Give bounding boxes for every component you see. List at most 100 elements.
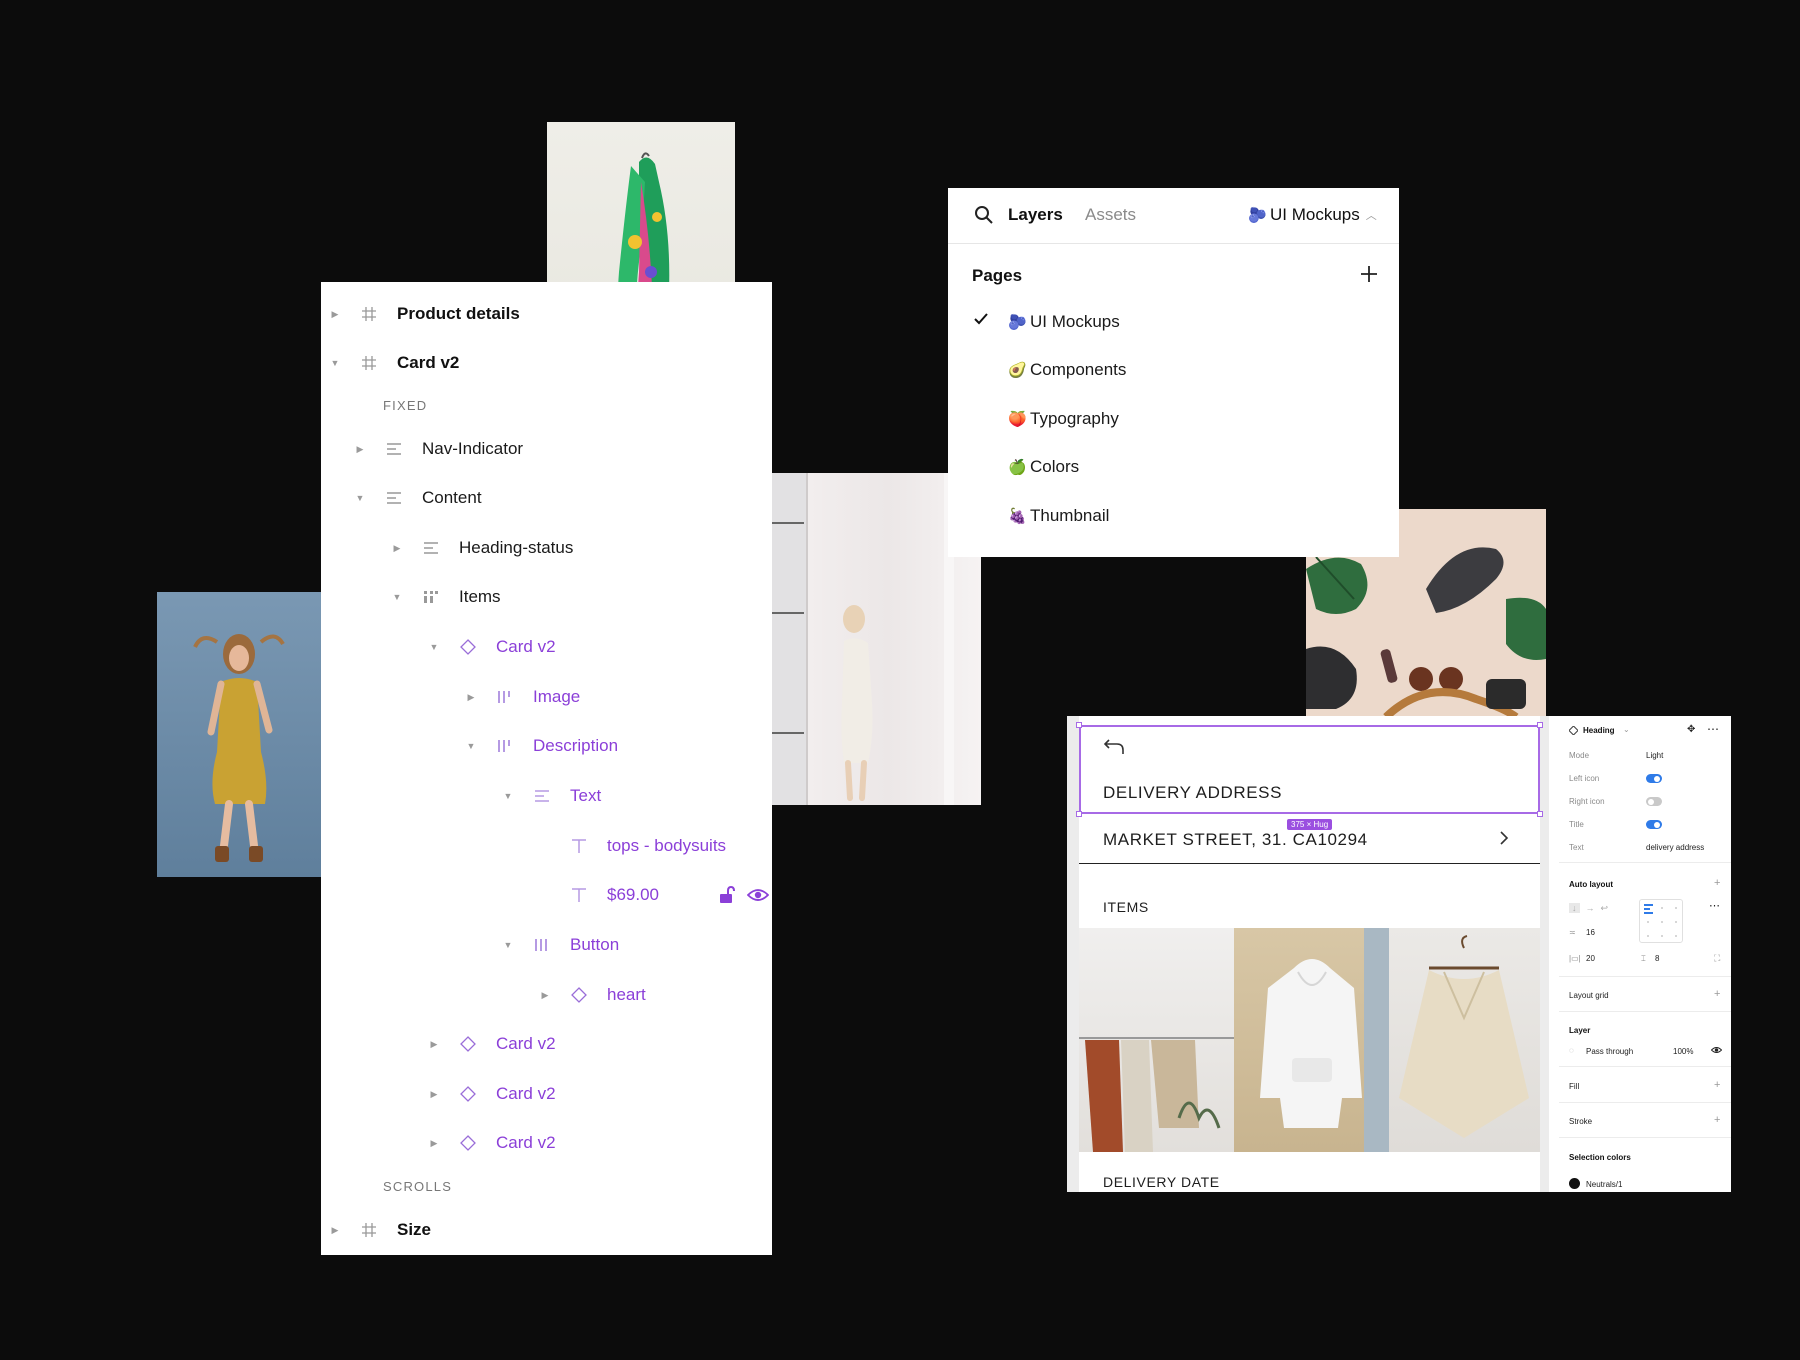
left-icon-toggle[interactable]	[1646, 774, 1662, 783]
item-thumbnail-poncho[interactable]	[1389, 928, 1540, 1152]
color-swatch[interactable]	[1569, 1178, 1580, 1189]
mode-label: Mode	[1569, 751, 1590, 760]
expand-caret-icon[interactable]: ▶	[329, 1224, 341, 1236]
direction-buttons[interactable]: ↓ → ↩	[1569, 901, 1613, 915]
component-diamond-icon	[458, 1034, 478, 1054]
collapse-caret-icon[interactable]: ▼	[329, 357, 341, 369]
expand-caret-icon[interactable]: ▶	[428, 1088, 440, 1100]
stroke-heading: Stroke	[1569, 1117, 1593, 1126]
expand-caret-icon[interactable]: ▶	[428, 1137, 440, 1149]
resize-handle[interactable]	[1537, 722, 1543, 728]
item-thumbnail-hoodie[interactable]	[1234, 928, 1389, 1152]
layer-row-card-2[interactable]: ▶ Card v2	[428, 1029, 556, 1059]
layer-row-card-1[interactable]: ▼ Card v2	[428, 632, 556, 662]
padding-horizontal-value[interactable]: 20	[1586, 954, 1595, 963]
opacity-value[interactable]: 100%	[1673, 1047, 1693, 1056]
back-arrow-icon[interactable]	[1103, 738, 1125, 761]
layer-label-size: Size	[397, 1220, 432, 1239]
tab-assets[interactable]: Assets	[1085, 205, 1136, 225]
layer-label-card-4: Card v2	[496, 1133, 556, 1152]
expand-caret-icon[interactable]: ▶	[465, 691, 477, 703]
layer-row-size[interactable]: ▶ Size	[329, 1215, 432, 1245]
layer-row-content[interactable]: ▼ Content	[354, 483, 482, 513]
page-item-colors[interactable]: 🍏 Colors	[1008, 457, 1079, 477]
vertical-bars-icon	[495, 736, 515, 756]
component-name[interactable]: Heading	[1583, 726, 1615, 735]
layer-row-button[interactable]: ▼ Button	[502, 930, 620, 960]
page-item-components[interactable]: 🥑 Components	[1008, 360, 1126, 380]
alignment-grid[interactable]	[1639, 899, 1683, 943]
page-item-typography[interactable]: 🍑 Typography	[1008, 409, 1119, 429]
layer-row-card-4[interactable]: ▶ Card v2	[428, 1128, 556, 1158]
spacing-value[interactable]: 16	[1586, 928, 1595, 937]
chevron-up-icon: ︿	[1365, 210, 1377, 222]
visibility-eye-icon[interactable]	[746, 887, 770, 908]
layer-row-items[interactable]: ▼ Items	[391, 582, 501, 612]
layer-row-card-3[interactable]: ▶ Card v2	[428, 1079, 556, 1109]
page-item-ui-mockups[interactable]: 🫐 UI Mockups	[1008, 312, 1120, 332]
add-stroke-plus-icon[interactable]: +	[1714, 1114, 1720, 1126]
padding-vertical-icon: ⌶	[1641, 954, 1646, 963]
right-icon-toggle[interactable]	[1646, 797, 1662, 806]
blend-mode-icon: ◌	[1569, 1046, 1574, 1055]
wrap-icon[interactable]: ↩	[1601, 903, 1609, 914]
layer-row-text-group[interactable]: ▼ Text	[502, 781, 602, 811]
stack-lines-icon	[421, 538, 441, 558]
more-options-icon[interactable]: ⋯	[1707, 722, 1719, 736]
arrow-right-icon[interactable]: →	[1586, 903, 1595, 913]
visibility-eye-icon[interactable]	[1710, 1046, 1723, 1056]
title-toggle[interactable]	[1646, 820, 1662, 829]
add-auto-layout-plus-icon[interactable]: +	[1714, 877, 1720, 889]
current-page-dropdown[interactable]: 🫐 UI Mockups ︿	[1248, 205, 1377, 225]
tab-layers[interactable]: Layers	[1008, 205, 1063, 225]
page-item-thumbnail[interactable]: 🍇 Thumbnail	[1008, 506, 1109, 526]
color-name[interactable]: Neutrals/1	[1586, 1180, 1622, 1189]
add-layout-grid-plus-icon[interactable]: +	[1714, 988, 1720, 1000]
expand-caret-icon[interactable]: ▶	[391, 542, 403, 554]
resize-handle[interactable]	[1076, 722, 1082, 728]
layer-row-heart[interactable]: ▶ heart	[539, 980, 646, 1010]
properties-panel: Heading ⌄ ✥ ⋯ Mode Light Left icon Right…	[1559, 716, 1731, 1192]
layer-row-description[interactable]: ▼ Description	[465, 731, 619, 761]
text-value-field[interactable]: delivery address	[1646, 843, 1704, 852]
chevron-down-icon[interactable]: ⌄	[1623, 725, 1630, 734]
collapse-caret-icon[interactable]: ▼	[502, 939, 514, 951]
unlock-icon[interactable]	[719, 885, 735, 909]
arrow-down-icon[interactable]: ↓	[1569, 903, 1580, 913]
layer-row-nav-indicator[interactable]: ▶ Nav-Indicator	[354, 434, 524, 464]
layer-row-text-price[interactable]: $69.00	[569, 880, 659, 910]
component-target-icon[interactable]: ✥	[1687, 724, 1695, 735]
collapse-caret-icon[interactable]: ▼	[502, 790, 514, 802]
layer-row-product-details[interactable]: ▶ Product details	[329, 299, 520, 329]
avocado-icon: 🥑	[1008, 362, 1027, 379]
collapse-caret-icon[interactable]: ▼	[428, 641, 440, 653]
mode-value[interactable]: Light	[1646, 751, 1663, 760]
collapse-caret-icon[interactable]: ▼	[465, 740, 477, 752]
add-page-plus-icon[interactable]	[1359, 264, 1379, 289]
section-label-fixed: FIXED	[383, 398, 428, 413]
expand-caret-icon[interactable]: ▶	[428, 1038, 440, 1050]
collapse-caret-icon[interactable]: ▼	[391, 591, 403, 603]
frame-hash-icon	[359, 353, 379, 373]
add-fill-plus-icon[interactable]: +	[1714, 1079, 1720, 1091]
expand-caret-icon[interactable]: ▶	[329, 308, 341, 320]
mobile-mockup-canvas: DELIVERY ADDRESS 375 × Hug MARKET STREET…	[1067, 716, 1559, 1192]
layer-row-text-category[interactable]: tops - bodysuits	[569, 831, 726, 861]
expand-caret-icon[interactable]: ▶	[539, 989, 551, 1001]
item-thumbnail-rack[interactable]	[1079, 928, 1234, 1152]
collapse-caret-icon[interactable]: ▼	[354, 492, 366, 504]
page-label: UI Mockups	[1030, 312, 1120, 331]
layer-row-card-frame[interactable]: ▼ Card v2	[329, 348, 460, 378]
address-row[interactable]: MARKET STREET, 31. CA10294	[1079, 816, 1540, 864]
padding-vertical-value[interactable]: 8	[1655, 954, 1659, 963]
expand-caret-icon[interactable]: ▶	[354, 443, 366, 455]
independent-padding-icon[interactable]: ⛶	[1714, 953, 1720, 964]
frame-hash-icon	[359, 1220, 379, 1240]
more-options-icon[interactable]: ⋯	[1709, 899, 1720, 912]
component-diamond-icon	[458, 1084, 478, 1104]
layer-row-image[interactable]: ▶ Image	[465, 682, 581, 712]
layer-row-heading-status[interactable]: ▶ Heading-status	[391, 533, 574, 563]
blend-mode-value[interactable]: Pass through	[1586, 1047, 1633, 1056]
chevron-right-icon[interactable]	[1499, 830, 1509, 851]
search-icon[interactable]	[974, 205, 994, 230]
